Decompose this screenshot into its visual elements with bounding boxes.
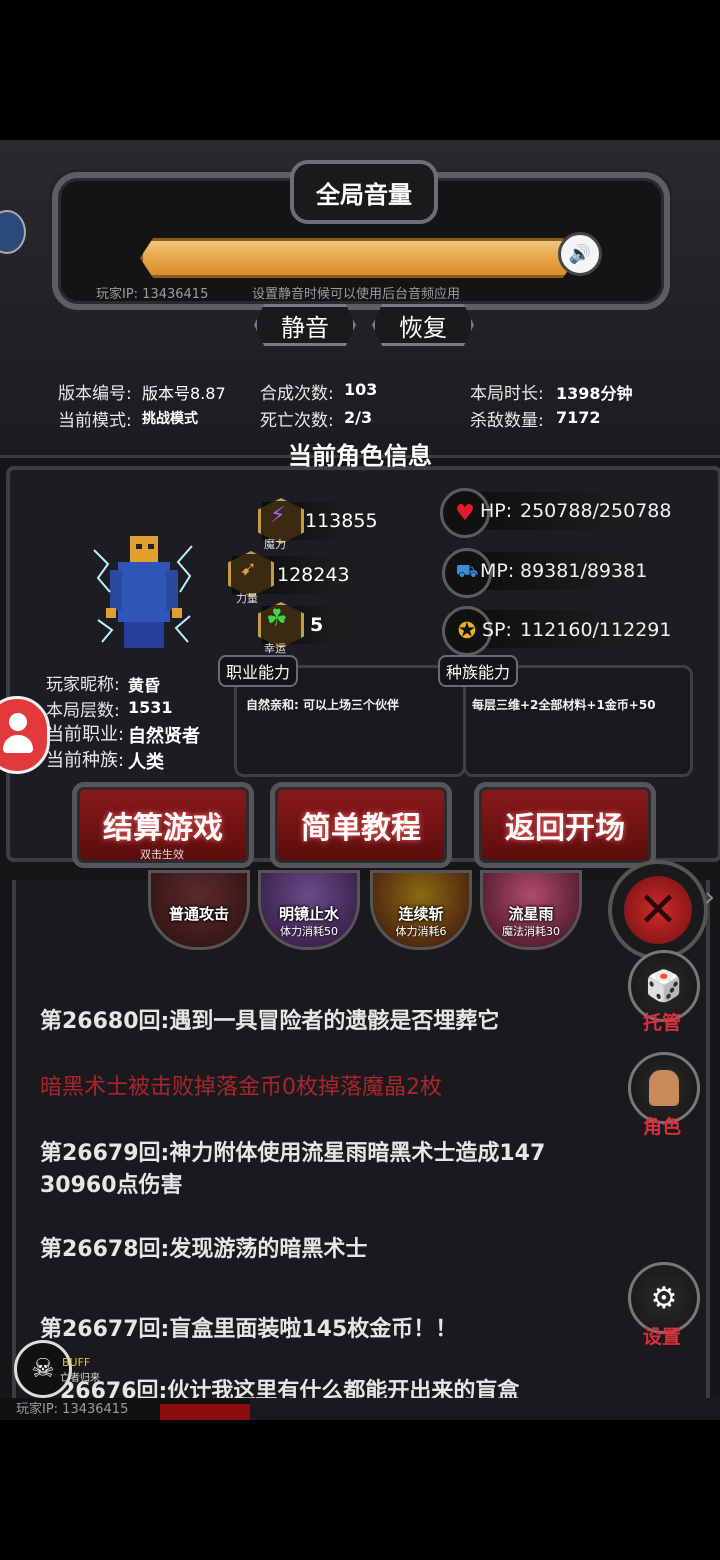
race-label: 当前种族: — [46, 750, 125, 771]
race-ability-title: 种族能力 — [438, 655, 519, 687]
skill-combo-slash[interactable]: 连续斩 体力消耗6 — [370, 870, 472, 950]
magic-label: 魔力 — [264, 538, 286, 551]
log-entry: 30960点伤害 — [40, 1173, 183, 1198]
player-ip-text: 玩家IP: 13436415 — [96, 287, 209, 302]
version-value: 版本号8.87 — [142, 384, 226, 403]
skill-name: 流星雨 — [508, 905, 554, 923]
log-entry: 第26679回:神力附体使用流星雨暗黑术士造成147 — [40, 1141, 546, 1166]
mode-value: 挑战模式 — [142, 411, 198, 427]
skill-name: 普通攻击 — [168, 905, 229, 923]
settle-game-label: 结算游戏 — [103, 811, 223, 846]
restore-button[interactable]: 恢复 — [372, 304, 474, 346]
mode-label: 当前模式: — [58, 411, 132, 431]
character-sprite — [92, 530, 196, 656]
skill-cost: 魔法消耗30 — [502, 925, 560, 938]
mp-label: MP: — [480, 560, 515, 582]
mute-button[interactable]: 静音 — [254, 304, 356, 346]
log-entry: 第26680回:遇到一具冒险者的遗骸是否埋葬它 — [40, 1009, 500, 1034]
job-label: 当前职业: — [46, 724, 125, 745]
job-ability-title: 职业能力 — [218, 655, 299, 687]
buff-name: 亡者归来 — [60, 1373, 100, 1384]
kills-value: 7172 — [556, 408, 601, 427]
close-skills-button[interactable]: ✕ — [608, 860, 708, 960]
lightning-icon: ⚡ — [270, 503, 286, 528]
job-value: 自然贤者 — [128, 726, 200, 747]
arrow-icon: ➹ — [240, 556, 257, 580]
volume-hint: 设置静音时候可以使用后台音频应用 — [252, 287, 461, 302]
sp-label: SP: — [482, 619, 512, 641]
log-entry: 26676回:伙计我这里有什么都能开出来的盲盒 — [60, 1379, 520, 1400]
skill-cost: 体力消耗50 — [280, 925, 338, 938]
nickname-label: 玩家昵称: — [46, 675, 120, 695]
log-entry: 暗黑术士被击败掉落金币0枚掉落魔晶2枚 — [40, 1075, 442, 1100]
skill-name: 明镜止水 — [278, 905, 339, 923]
footer-bar-right — [250, 1398, 720, 1420]
volume-title: 全局音量 — [290, 160, 438, 224]
auto-play-label: 托管 — [642, 1012, 681, 1034]
role-label: 角色 — [642, 1116, 681, 1138]
floor-label: 本局层数: — [46, 701, 120, 721]
race-ability-text: 每层三维+2全部材料+1金币+50 — [472, 698, 656, 712]
death-count-value: 2/3 — [344, 408, 373, 427]
magic-value: 113855 — [305, 510, 378, 532]
footer-player-ip: 玩家IP: 13436415 — [16, 1402, 129, 1417]
synth-count-label: 合成次数: — [260, 384, 334, 404]
sp-value: 112160/112291 — [520, 619, 672, 641]
hp-value: 250788/250788 — [520, 500, 672, 522]
buff-label: BUFF — [62, 1356, 91, 1369]
synth-count-value: 103 — [344, 380, 378, 399]
clover-icon: ☘ — [266, 604, 288, 632]
mp-value: 89381/89381 — [520, 560, 648, 582]
kills-label: 杀敌数量: — [470, 411, 544, 431]
nickname-value: 黄昏 — [128, 676, 161, 695]
skill-cost: 体力消耗6 — [395, 925, 447, 938]
hp-label: HP: — [480, 500, 513, 522]
duration-value: 1398分钟 — [556, 384, 633, 403]
log-entry: 第26678回:发现游荡的暗黑术士 — [40, 1237, 368, 1262]
luck-label: 幸运 — [264, 642, 286, 655]
log-entry: 第26677回:盲盒里面装啦145枚金币！！ — [40, 1317, 458, 1342]
return-start-button[interactable]: 返回开场 — [474, 782, 656, 868]
luck-value: 5 — [310, 614, 324, 636]
settings-label: 设置 — [642, 1326, 681, 1348]
strength-label: 力量 — [236, 592, 258, 605]
strength-value: 128243 — [277, 564, 350, 586]
death-count-label: 死亡次数: — [260, 411, 334, 431]
volume-slider[interactable] — [140, 238, 576, 278]
version-label: 版本编号: — [58, 384, 132, 404]
race-value: 人类 — [128, 752, 164, 773]
skill-mirror-water[interactable]: 明镜止水 体力消耗50 — [258, 870, 360, 950]
close-icon: ✕ — [624, 876, 692, 944]
skill-meteor-shower[interactable]: 流星雨 魔法消耗30 — [480, 870, 582, 950]
tutorial-button[interactable]: 简单教程 — [270, 782, 452, 868]
floor-value: 1531 — [128, 698, 173, 717]
footer-red-bar — [160, 1404, 250, 1420]
job-ability-text: 自然亲和: 可以上场三个伙伴 — [246, 698, 399, 712]
skill-name: 连续斩 — [398, 905, 444, 923]
character-section-title: 当前角色信息 — [288, 442, 432, 470]
speaker-icon[interactable]: 🔊 — [558, 232, 602, 276]
settle-hint: 双击生效 — [140, 848, 184, 861]
chevron-right-icon[interactable]: › — [704, 880, 715, 913]
duration-label: 本局时长: — [470, 384, 544, 404]
